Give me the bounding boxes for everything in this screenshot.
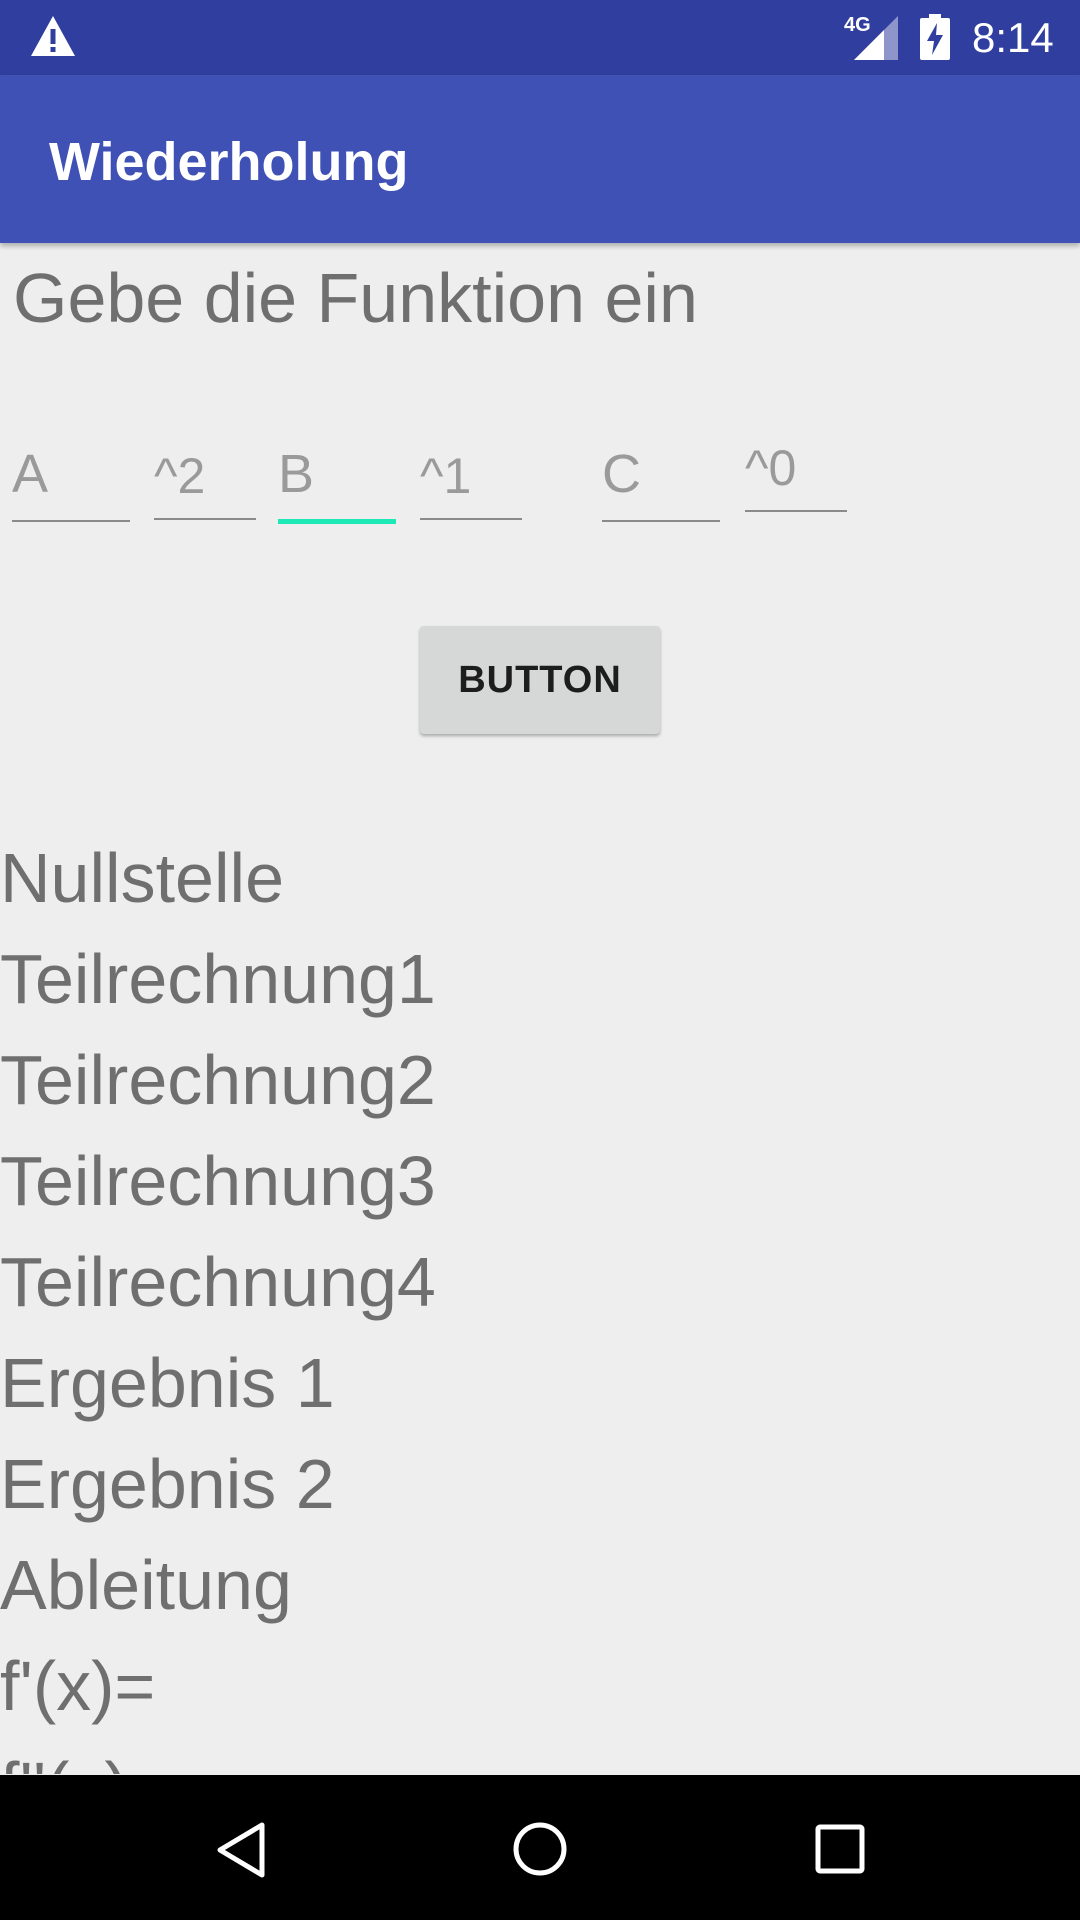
coefficient-b-input[interactable]: B (278, 440, 396, 524)
exponent-1-underline (420, 518, 522, 520)
exponent-0-underline (745, 510, 847, 512)
home-icon[interactable] (512, 1821, 568, 1877)
status-clock: 8:14 (972, 14, 1054, 61)
app-bar: Wiederholung (0, 75, 1080, 243)
coefficient-a-input[interactable]: A (12, 440, 130, 522)
exponent-2-underline (154, 518, 256, 520)
result-line-teilrechnung-1: Teilrechnung1 (0, 940, 436, 1018)
coefficient-b-hint: B (278, 444, 315, 504)
exponent-0-hint: ^0 (745, 440, 797, 496)
result-line-first-derivative: f'(x)= (0, 1647, 156, 1725)
result-line-teilrechnung-2: Teilrechnung2 (0, 1041, 436, 1119)
result-line-nullstelle: Nullstelle (0, 839, 284, 917)
app-title: Wiederholung (49, 132, 409, 192)
result-line-ergebnis-2: Ergebnis 2 (0, 1445, 335, 1523)
function-prompt: Gebe die Funktion ein (13, 259, 698, 337)
navigation-bar (0, 1775, 1080, 1920)
back-icon[interactable] (212, 1821, 270, 1879)
coefficient-c-input[interactable]: C (602, 440, 720, 522)
result-line-ableitung: Ableitung (0, 1546, 292, 1624)
coefficient-a-hint: A (12, 444, 49, 504)
coefficient-c-hint: C (602, 444, 641, 504)
result-line-ergebnis-1: Ergebnis 1 (0, 1344, 335, 1422)
exponent-2-hint: ^2 (154, 448, 206, 504)
recents-icon[interactable] (814, 1823, 866, 1875)
coefficient-c-underline (602, 520, 720, 522)
coefficient-a-underline (12, 520, 130, 522)
warning-icon (31, 16, 75, 56)
status-bar: 4G 8:14 (0, 0, 1080, 75)
exponent-1-hint: ^1 (420, 448, 472, 504)
coefficient-b-underline (278, 519, 396, 524)
network-type-label: 4G (844, 14, 871, 36)
result-line-second-derivative: f''(x)= (0, 1737, 169, 1774)
exponent-2-input[interactable]: ^2 (154, 440, 256, 520)
results-list: Nullstelle Teilrechnung1 Teilrechnung2 T… (0, 828, 1080, 1774)
result-line-teilrechnung-4: Teilrechnung4 (0, 1243, 436, 1321)
exponent-0-input[interactable]: ^0 (745, 436, 847, 512)
exponent-1-input[interactable]: ^1 (420, 440, 522, 520)
calculate-button[interactable]: BUTTON (420, 626, 660, 734)
battery-charging-icon (920, 14, 950, 60)
result-line-teilrechnung-3: Teilrechnung3 (0, 1142, 436, 1220)
